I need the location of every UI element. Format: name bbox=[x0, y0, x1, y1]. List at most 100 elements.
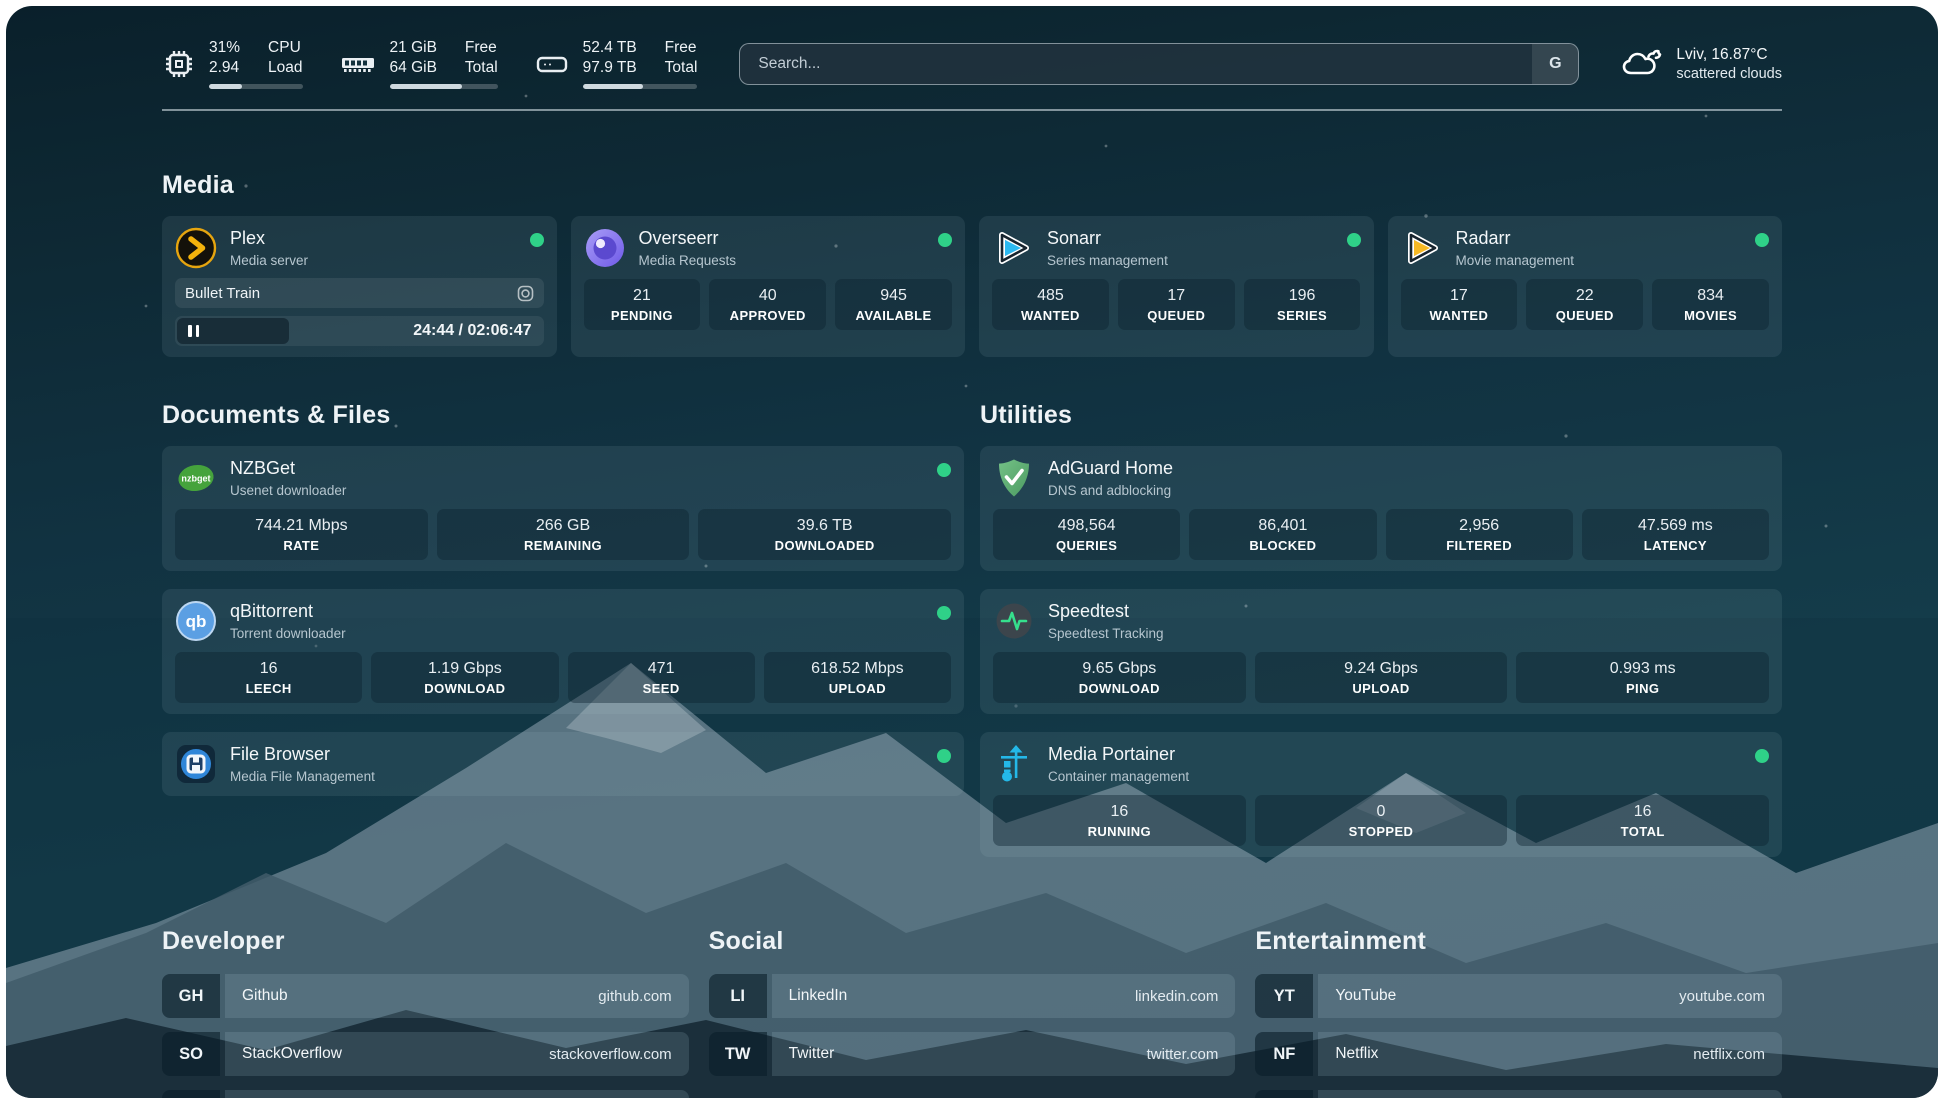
disk-free-value: 52.4 TB bbox=[583, 38, 637, 58]
stat-movies: 834 MOVIES bbox=[1652, 279, 1769, 330]
weather-condition: scattered clouds bbox=[1676, 66, 1782, 82]
documents-column: Documents & Files nzbget bbox=[162, 401, 964, 796]
service-card-radarr[interactable]: Radarr Movie management 17 WANTED 22 QUE… bbox=[1388, 216, 1783, 357]
bookmark-group-developer: Developer GH Github github.com SO StackO… bbox=[162, 927, 689, 1098]
svg-text:nzbget: nzbget bbox=[181, 474, 210, 484]
status-dot bbox=[937, 463, 951, 477]
bookmark-abbr: NF bbox=[1255, 1032, 1313, 1076]
status-dot bbox=[1755, 749, 1769, 763]
section-title-documents: Documents & Files bbox=[162, 401, 964, 430]
adguard-icon bbox=[993, 457, 1035, 499]
bookmark-stackoverflow[interactable]: SO StackOverflow stackoverflow.com bbox=[162, 1032, 689, 1076]
now-playing-title: Bullet Train bbox=[185, 285, 260, 302]
bookmark-netflix[interactable]: NF Netflix netflix.com bbox=[1255, 1032, 1782, 1076]
plex-icon bbox=[175, 227, 217, 269]
top-bar: 31% 2.94 CPU Load bbox=[162, 6, 1782, 89]
card-title: Sonarr bbox=[1047, 228, 1334, 250]
memory-widget: 21 GiB 64 GiB Free Total bbox=[339, 38, 498, 89]
search-input[interactable] bbox=[740, 44, 1532, 84]
stat-blocked: 86,401 BLOCKED bbox=[1189, 509, 1376, 560]
stat-download: 1.19 Gbps DOWNLOAD bbox=[371, 652, 558, 703]
cpu-widget: 31% 2.94 CPU Load bbox=[162, 38, 303, 89]
memory-icon bbox=[339, 49, 377, 79]
qbittorrent-icon: qb bbox=[175, 600, 217, 642]
bookmark-dev[interactable]: DT DEV dev.to bbox=[162, 1090, 689, 1098]
bookmark-youtube[interactable]: YT YouTube youtube.com bbox=[1255, 974, 1782, 1018]
overseerr-icon bbox=[584, 227, 626, 269]
cpu-progress-bar bbox=[209, 84, 303, 89]
bookmark-twitter[interactable]: TW Twitter twitter.com bbox=[709, 1032, 1236, 1076]
bookmark-url: linkedin.com bbox=[1135, 988, 1218, 1005]
service-card-sonarr[interactable]: Sonarr Series management 485 WANTED 17 Q… bbox=[979, 216, 1374, 357]
status-dot bbox=[530, 233, 544, 247]
service-card-filebrowser[interactable]: File Browser Media File Management bbox=[162, 732, 964, 796]
section-title-entertainment: Entertainment bbox=[1255, 927, 1782, 956]
now-playing-icon[interactable] bbox=[517, 285, 534, 302]
card-subtitle: Container management bbox=[1048, 769, 1742, 784]
memory-progress-bar bbox=[390, 84, 498, 89]
player-row: 24:44 / 02:06:47 bbox=[175, 316, 544, 346]
status-dot bbox=[937, 606, 951, 620]
service-card-qbittorrent[interactable]: qb qBittorrent Torrent downloader bbox=[162, 589, 964, 714]
bookmark-name: YouTube bbox=[1335, 987, 1396, 1005]
portainer-icon bbox=[993, 743, 1035, 785]
stat-approved: 40 APPROVED bbox=[709, 279, 826, 330]
bookmark-linkedin[interactable]: LI LinkedIn linkedin.com bbox=[709, 974, 1236, 1018]
card-title: Plex bbox=[230, 228, 517, 250]
stat-queries: 498,564 QUERIES bbox=[993, 509, 1180, 560]
service-card-portainer[interactable]: Media Portainer Container management 16 … bbox=[980, 732, 1782, 857]
disk-total-label: Total bbox=[665, 58, 698, 78]
search-provider-button[interactable]: G bbox=[1532, 44, 1578, 84]
stat-seed: 471 SEED bbox=[568, 652, 755, 703]
bookmark-group-entertainment: Entertainment YT YouTube youtube.com NF … bbox=[1255, 927, 1782, 1098]
cpu-icon bbox=[162, 47, 196, 81]
sonarr-icon bbox=[992, 227, 1034, 269]
bookmark-abbr: SO bbox=[162, 1032, 220, 1076]
section-title-social: Social bbox=[709, 927, 1236, 956]
memory-free-value: 21 GiB bbox=[390, 38, 437, 58]
service-card-speedtest[interactable]: Speedtest Speedtest Tracking 9.65 Gbps D… bbox=[980, 589, 1782, 714]
bookmark-abbr: DT bbox=[162, 1090, 220, 1098]
stat-download: 9.65 Gbps DOWNLOAD bbox=[993, 652, 1246, 703]
bookmark-github[interactable]: GH Github github.com bbox=[162, 974, 689, 1018]
bookmark-abbr: TW bbox=[709, 1032, 767, 1076]
section-title-media: Media bbox=[162, 171, 1782, 200]
utilities-column: Utilities bbox=[980, 401, 1782, 857]
bookmark-url: twitter.com bbox=[1147, 1046, 1219, 1063]
service-card-plex[interactable]: Plex Media server Bullet Train bbox=[162, 216, 557, 357]
weather-widget: Lviv, 16.87°C scattered clouds bbox=[1621, 46, 1782, 82]
memory-total-label: Total bbox=[465, 58, 498, 78]
bookmark-name: Netflix bbox=[1335, 1045, 1378, 1063]
cpu-usage-label: CPU bbox=[268, 38, 302, 58]
service-card-nzbget[interactable]: nzbget NZBGet Usenet downloader 74 bbox=[162, 446, 964, 571]
card-title: Radarr bbox=[1456, 228, 1743, 250]
resource-widgets: 31% 2.94 CPU Load bbox=[162, 38, 697, 89]
bookmark-url: netflix.com bbox=[1693, 1046, 1765, 1063]
service-card-adguard[interactable]: AdGuard Home DNS and adblocking 498,564 … bbox=[980, 446, 1782, 571]
bookmark-reddit[interactable]: RE Reddit reddit.com bbox=[1255, 1090, 1782, 1098]
stat-queued: 22 QUEUED bbox=[1526, 279, 1643, 330]
stat-ping: 0.993 ms PING bbox=[1516, 652, 1769, 703]
search-bar[interactable]: G bbox=[739, 43, 1579, 85]
bookmark-abbr: GH bbox=[162, 974, 220, 1018]
card-subtitle: Media server bbox=[230, 253, 517, 268]
playback-time: 24:44 / 02:06:47 bbox=[289, 322, 542, 340]
speedtest-icon bbox=[993, 600, 1035, 642]
bookmark-url: github.com bbox=[598, 988, 671, 1005]
topbar-divider bbox=[162, 109, 1782, 111]
card-subtitle: Media Requests bbox=[639, 253, 926, 268]
section-title-utilities: Utilities bbox=[980, 401, 1782, 430]
weather-location-temp: Lviv, 16.87°C bbox=[1676, 46, 1782, 64]
stat-wanted: 485 WANTED bbox=[992, 279, 1109, 330]
card-title: Overseerr bbox=[639, 228, 926, 250]
pause-button[interactable] bbox=[177, 318, 289, 344]
dashboard-window: 31% 2.94 CPU Load bbox=[6, 6, 1938, 1098]
disk-widget: 52.4 TB 97.9 TB Free Total bbox=[534, 38, 698, 89]
stat-upload: 618.52 Mbps UPLOAD bbox=[764, 652, 951, 703]
radarr-icon bbox=[1401, 227, 1443, 269]
bookmark-abbr: YT bbox=[1255, 974, 1313, 1018]
stat-pending: 21 PENDING bbox=[584, 279, 701, 330]
status-dot bbox=[937, 749, 951, 763]
service-card-overseerr[interactable]: Overseerr Media Requests 21 PENDING 40 A… bbox=[571, 216, 966, 357]
stat-latency: 47.569 ms LATENCY bbox=[1582, 509, 1769, 560]
